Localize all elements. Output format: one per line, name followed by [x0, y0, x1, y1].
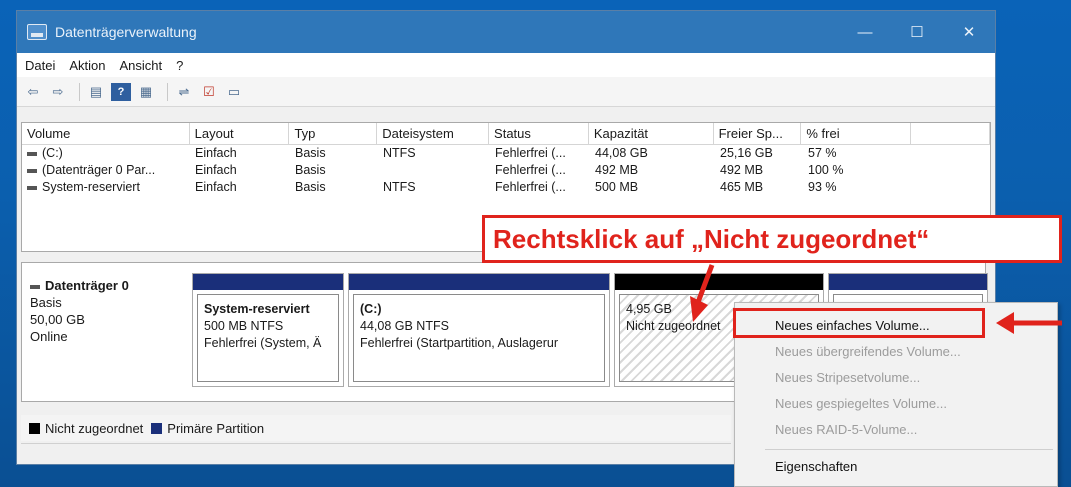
- callout-arrow-icon: [690, 264, 715, 322]
- menu-arrow-icon: [996, 312, 1062, 334]
- annotation-arrows: [690, 264, 1062, 334]
